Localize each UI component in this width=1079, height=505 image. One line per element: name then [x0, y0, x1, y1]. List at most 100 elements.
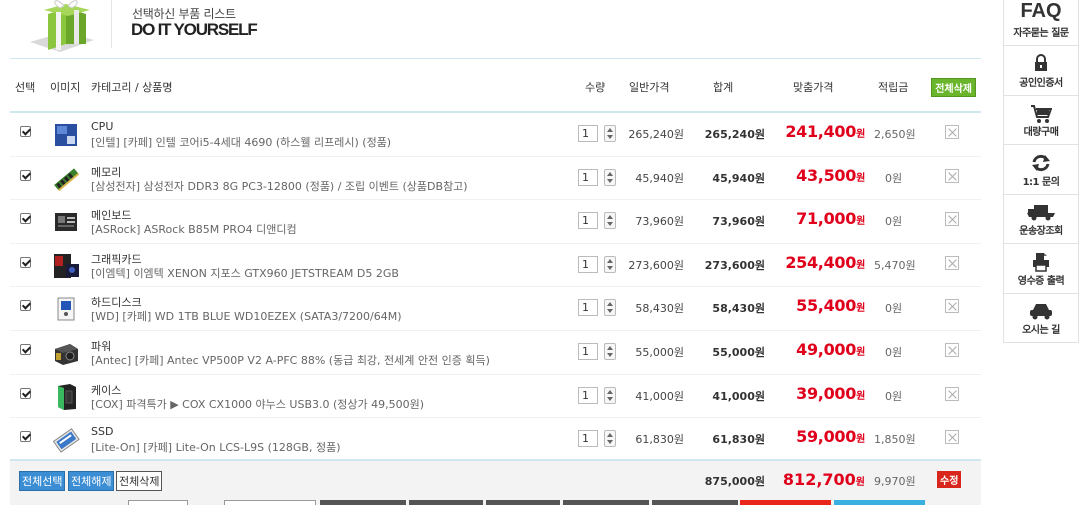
product-name-link[interactable]: [ASRock] ASRock B85M PRO4 디앤디컴	[91, 221, 297, 237]
fit-price-value: 55,400	[796, 296, 857, 316]
sidebar-item-faq[interactable]: FAQ 자주묻는 질문	[1003, 0, 1079, 46]
col-image: 이미지	[50, 81, 81, 94]
edit-button[interactable]: 수정	[937, 471, 962, 488]
reward-points: 0원	[885, 302, 903, 316]
sidebar-item-refresh[interactable]: 1:1 문의	[1003, 145, 1079, 195]
product-thumbnail-icon[interactable]	[52, 252, 80, 280]
action-button-1[interactable]	[320, 500, 406, 505]
regular-price: 58,430원	[635, 302, 684, 316]
product-name-link[interactable]: [인텔] [카페] 인텔 코어i5-4세대 4690 (하스웰 리프레시) (정…	[91, 134, 391, 150]
sum-fit-value: 812,700	[782, 470, 856, 489]
fit-price: 241,400원	[785, 122, 865, 141]
product-name-link[interactable]: [삼성전자] 삼성전자 DDR3 8G PC3-12800 (정품) / 조립 …	[91, 178, 468, 194]
fit-price: 55,400원	[796, 296, 865, 315]
product-thumbnail-icon[interactable]	[52, 339, 80, 367]
sidebar-item-label: 1:1 문의	[1022, 176, 1060, 188]
lock-icon	[1033, 54, 1049, 75]
product-name-link[interactable]: [Lite-On] [카페] Lite-On LCS-L9S (128GB, 정…	[91, 439, 341, 455]
quantity-input[interactable]: 1	[578, 255, 598, 273]
quantity-input[interactable]: 1	[578, 125, 598, 142]
row-checkbox[interactable]	[20, 300, 31, 312]
product-thumbnail-icon[interactable]	[52, 295, 80, 323]
delete-all-button-top[interactable]: 전체삭제	[931, 78, 976, 97]
regular-price: 265,240원	[628, 128, 684, 141]
row-checkbox[interactable]	[20, 343, 31, 355]
col-fit-price: 맞춤가격	[793, 81, 834, 94]
row-total: 61,830원	[712, 433, 765, 447]
delete-row-icon[interactable]	[945, 342, 959, 357]
product-name-link[interactable]: [WD] [카페] WD 1TB BLUE WD10EZEX (SATA3/72…	[91, 308, 402, 324]
action-button-2[interactable]	[409, 500, 483, 505]
delete-row-icon[interactable]	[945, 212, 959, 227]
quantity-stepper[interactable]	[604, 168, 616, 186]
quantity-stepper[interactable]	[604, 212, 616, 230]
sidebar-item-printer[interactable]: 영수증 출력	[1003, 244, 1079, 294]
sum-fit-unit: 원	[855, 477, 865, 488]
cart-button[interactable]	[834, 500, 925, 505]
product-name-link[interactable]: [Antec] [카페] Antec VP500P V2 A-PFC 88% (…	[91, 352, 490, 368]
quantity-stepper[interactable]	[604, 125, 616, 142]
sidebar-item-label: 공인인증서	[1019, 77, 1063, 89]
quantity-stepper[interactable]	[604, 255, 616, 273]
header-divider	[111, 0, 112, 48]
option-select-1[interactable]	[128, 500, 188, 505]
table-row: CPU [인텔] [카페] 인텔 코어i5-4세대 4690 (하스웰 리프레시…	[10, 113, 981, 157]
quantity-input[interactable]: 1	[578, 212, 598, 230]
quantity-input[interactable]: 1	[578, 430, 598, 448]
select-all-button[interactable]: 전체선택	[19, 471, 66, 491]
delete-row-icon[interactable]	[945, 255, 959, 270]
product-thumbnail-icon[interactable]	[52, 121, 80, 149]
delete-row-icon[interactable]	[945, 168, 959, 183]
product-thumbnail-icon[interactable]	[52, 426, 80, 454]
fit-price-unit: 원	[856, 346, 865, 358]
table-row: 메인보드 [ASRock] ASRock B85M PRO4 디앤디컴 1 73…	[10, 200, 981, 244]
order-button[interactable]	[740, 500, 831, 505]
regular-price: 273,600원	[628, 258, 684, 272]
row-checkbox[interactable]	[20, 169, 31, 181]
product-name-link[interactable]: [이엠텍] 이엠텍 XENON 지포스 GTX960 JETSTREAM D5 …	[91, 265, 399, 281]
action-button-3[interactable]	[486, 500, 560, 505]
quantity-input[interactable]: 1	[578, 342, 598, 360]
row-total: 58,430원	[712, 302, 765, 316]
quantity-stepper[interactable]	[604, 430, 616, 448]
action-button-5[interactable]	[652, 500, 738, 505]
product-category: CPU	[91, 120, 114, 133]
action-button-4[interactable]	[563, 500, 649, 505]
quantity-stepper[interactable]	[604, 386, 616, 404]
product-thumbnail-icon[interactable]	[52, 165, 80, 193]
regular-price: 61,830원	[635, 433, 684, 447]
sidebar-item-cart[interactable]: 대량구매	[1003, 95, 1079, 145]
product-thumbnail-icon[interactable]	[52, 383, 80, 411]
delete-row-icon[interactable]	[945, 299, 959, 314]
table-row: 하드디스크 [WD] [카페] WD 1TB BLUE WD10EZEX (SA…	[10, 287, 981, 331]
delete-row-icon[interactable]	[945, 386, 959, 401]
fit-price: 43,500원	[796, 166, 865, 185]
product-thumbnail-icon[interactable]	[52, 208, 80, 236]
quantity-input[interactable]: 1	[578, 386, 598, 404]
product-name-link[interactable]: [COX] 파격특가 ▶ COX CX1000 야누스 USB3.0 (정상가 …	[91, 396, 424, 412]
delete-row-icon[interactable]	[945, 430, 959, 445]
fit-price-unit: 원	[856, 434, 865, 446]
row-checkbox[interactable]	[20, 213, 31, 225]
quantity-stepper[interactable]	[604, 342, 616, 360]
header-title: DO IT YOURSELF	[131, 20, 258, 39]
option-select-2[interactable]	[224, 500, 316, 505]
fit-price-value: 241,400	[785, 122, 857, 141]
deselect-all-button[interactable]: 전체해제	[68, 471, 115, 491]
quantity-input[interactable]: 1	[578, 168, 598, 186]
row-total: 41,000원	[712, 389, 765, 403]
delete-row-icon[interactable]	[945, 125, 959, 139]
row-total: 265,240원	[704, 128, 765, 141]
row-checkbox[interactable]	[20, 387, 31, 399]
sidebar-item-lock[interactable]: 공인인증서	[1003, 46, 1079, 96]
row-checkbox[interactable]	[20, 256, 31, 268]
quantity-stepper[interactable]	[604, 299, 616, 317]
quantity-input[interactable]: 1	[578, 299, 598, 317]
row-total: 73,960원	[712, 215, 765, 229]
sidebar-item-truck[interactable]: 운송장조회	[1003, 194, 1079, 244]
row-checkbox[interactable]	[20, 431, 31, 443]
delete-all-button[interactable]: 전체삭제	[116, 471, 163, 491]
sidebar-item-car[interactable]: 오시는 길	[1003, 293, 1079, 343]
row-checkbox[interactable]	[20, 126, 31, 137]
sidebar-item-label: 자주묻는 질문	[1013, 28, 1069, 39]
